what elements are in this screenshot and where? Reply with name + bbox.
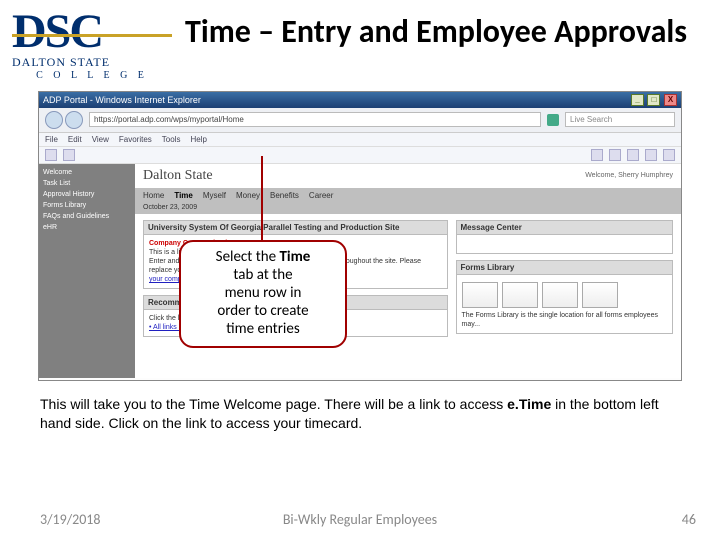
menu-help[interactable]: Help <box>190 135 206 144</box>
panel-forms-text: The Forms Library is the single location… <box>462 311 668 329</box>
forward-icon[interactable] <box>65 111 83 129</box>
portal-left-nav: Welcome Task List Approval History Forms… <box>39 164 135 378</box>
leftnav-welcome[interactable]: Welcome <box>43 168 131 177</box>
callout-box: Select the Time tab at the menu row in o… <box>179 240 347 348</box>
footer-center: Bi-Wkly Regular Employees <box>0 511 720 528</box>
window-titlebar: ADP Portal - Windows Internet Explorer _… <box>39 92 681 108</box>
form-thumb-icon[interactable] <box>462 282 498 308</box>
maximize-icon[interactable]: □ <box>647 94 660 106</box>
menu-favorites[interactable]: Favorites <box>119 135 152 144</box>
window-title-text: ADP Portal - Windows Internet Explorer <box>43 95 201 105</box>
tools-icon[interactable] <box>663 149 675 161</box>
tab-icon[interactable] <box>63 149 75 161</box>
portal-area: Welcome Task List Approval History Forms… <box>39 164 681 378</box>
print-icon[interactable] <box>627 149 639 161</box>
panel-forms: Forms Library The Forms Library is the s… <box>456 260 674 334</box>
logo-text: DALTON STATE C O L L E G E <box>12 55 172 81</box>
menu-edit[interactable]: Edit <box>68 135 82 144</box>
search-input[interactable]: Live Search <box>565 112 675 127</box>
tab-money[interactable]: Money <box>236 191 260 200</box>
slide-caption: This will take you to the Time Welcome p… <box>40 395 680 433</box>
page-icon[interactable] <box>645 149 657 161</box>
address-bar-row: https://portal.adp.com/wps/myportal/Home… <box>39 108 681 133</box>
callout-connector <box>261 156 263 244</box>
leftnav-forms[interactable]: Forms Library <box>43 201 131 210</box>
minimize-icon[interactable]: _ <box>631 94 644 106</box>
favorites-icon[interactable] <box>45 149 57 161</box>
panel-forms-title: Forms Library <box>457 261 673 275</box>
feeds-icon[interactable] <box>609 149 621 161</box>
leftnav-faq[interactable]: FAQs and Guidelines <box>43 212 131 221</box>
portal-welcome: Welcome, Sherry Humphrey <box>585 172 673 179</box>
menu-file[interactable]: File <box>45 135 58 144</box>
go-icon[interactable] <box>547 114 559 126</box>
form-thumb-icon[interactable] <box>542 282 578 308</box>
tab-myself[interactable]: Myself <box>203 191 226 200</box>
url-field[interactable]: https://portal.adp.com/wps/myportal/Home <box>89 112 541 127</box>
dsc-logo: DSC DALTON STATE C O L L E G E <box>12 8 172 81</box>
browser-menu: File Edit View Favorites Tools Help <box>39 133 681 147</box>
close-icon[interactable]: X <box>664 94 677 106</box>
form-thumb-icon[interactable] <box>502 282 538 308</box>
leftnav-approval[interactable]: Approval History <box>43 190 131 199</box>
window-control-icons: _ □ X <box>630 94 677 106</box>
form-thumb-icon[interactable] <box>582 282 618 308</box>
panel-main-title: University System Of Georgia Parallel Te… <box>144 221 447 235</box>
tab-benefits[interactable]: Benefits <box>270 191 299 200</box>
logo-initials: DSC <box>12 12 172 53</box>
home-icon[interactable] <box>591 149 603 161</box>
menu-view[interactable]: View <box>92 135 109 144</box>
portal-tabs: Home Time Myself Money Benefits Career <box>135 188 681 203</box>
portal-date: October 23, 2009 <box>135 203 681 214</box>
slide-title: Time – Entry and Employee Approvals <box>172 8 700 51</box>
back-icon[interactable] <box>45 111 63 129</box>
slide-footer: 3/19/2018 Bi-Wkly Regular Employees 46 <box>0 511 720 528</box>
browser-screenshot: ADP Portal - Windows Internet Explorer _… <box>38 91 682 381</box>
panel-msg-title: Message Center <box>457 221 673 235</box>
leftnav-ehr[interactable]: eHR <box>43 223 131 232</box>
browser-toolbar <box>39 147 681 164</box>
menu-tools[interactable]: Tools <box>162 135 181 144</box>
tab-career[interactable]: Career <box>309 191 333 200</box>
nav-buttons <box>45 111 83 129</box>
leftnav-tasklist[interactable]: Task List <box>43 179 131 188</box>
portal-brand: Dalton State <box>135 164 221 188</box>
tab-time[interactable]: Time <box>174 191 193 200</box>
panel-msg: Message Center <box>456 220 674 254</box>
tab-home[interactable]: Home <box>143 191 164 200</box>
